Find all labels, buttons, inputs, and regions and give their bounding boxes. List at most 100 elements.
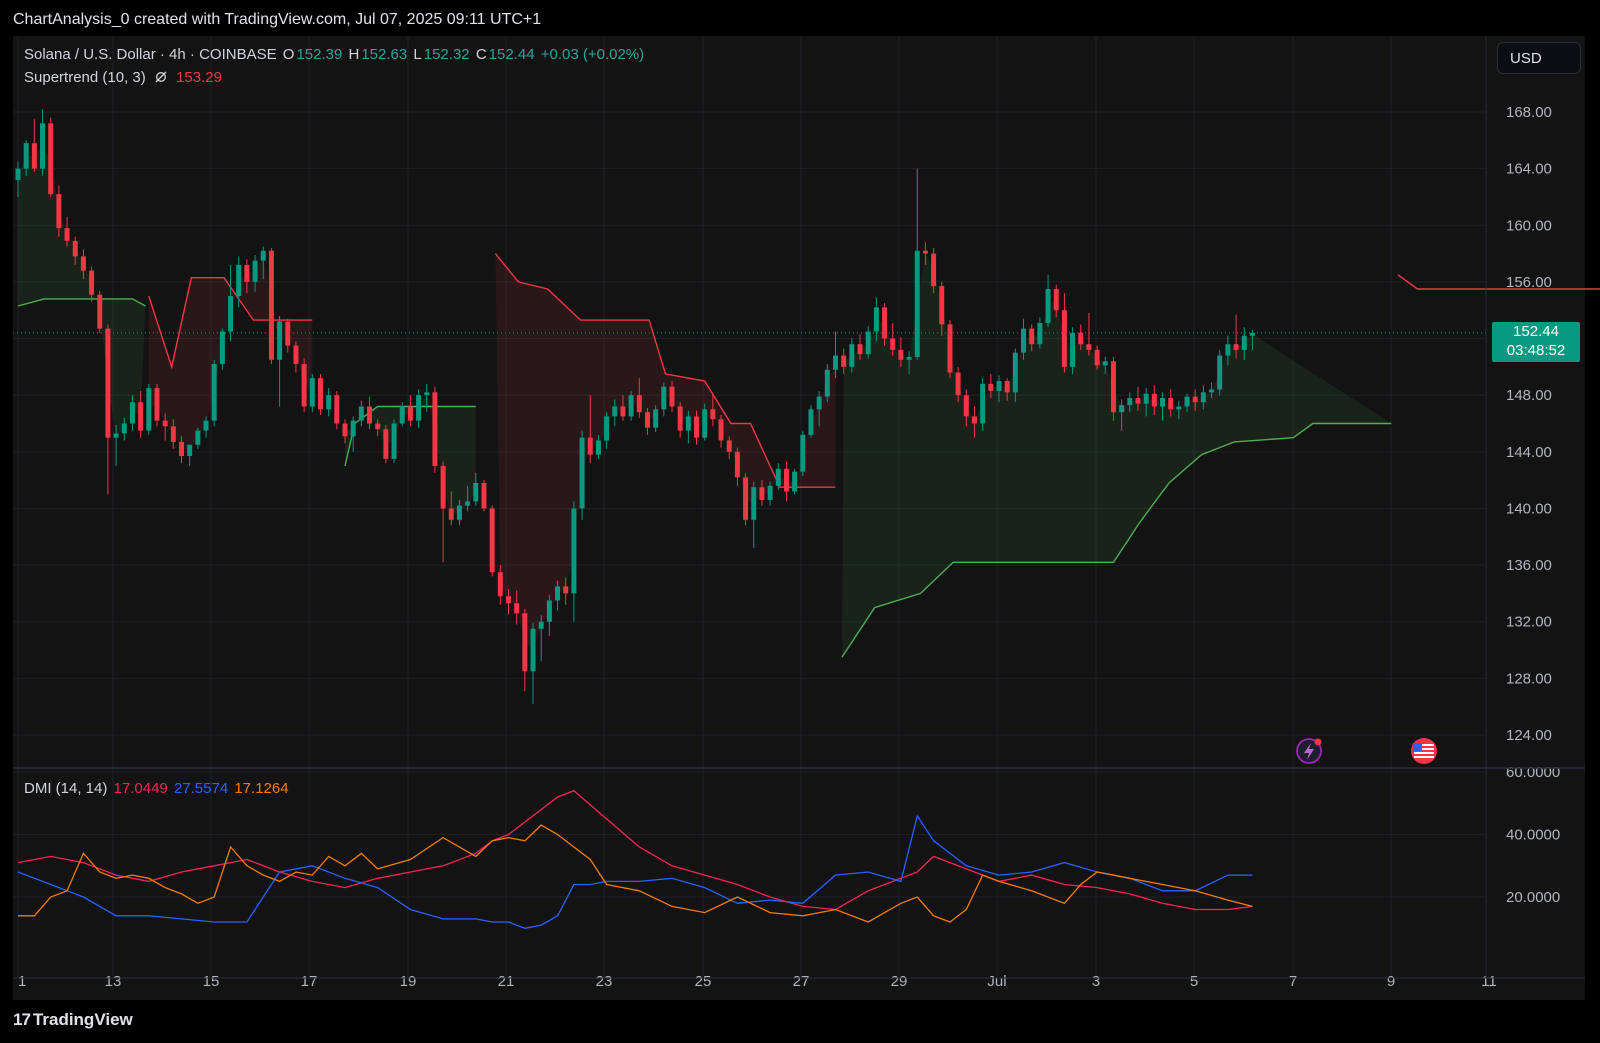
candle-body[interactable]: [1045, 288, 1051, 323]
candle-body[interactable]: [702, 409, 708, 438]
candle-body[interactable]: [636, 395, 642, 413]
candle-body[interactable]: [824, 369, 830, 397]
candle-body[interactable]: [23, 143, 29, 169]
candle-body[interactable]: [1233, 344, 1239, 350]
eye-off-icon[interactable]: [152, 69, 170, 86]
candle-body[interactable]: [48, 123, 54, 195]
candle-body[interactable]: [947, 324, 953, 373]
candle-body[interactable]: [514, 603, 520, 614]
candle-body[interactable]: [579, 437, 585, 509]
candle-body[interactable]: [628, 395, 634, 417]
candle-body[interactable]: [873, 307, 879, 332]
candle-body[interactable]: [105, 328, 111, 438]
candle-body[interactable]: [268, 250, 274, 360]
chart-area[interactable]: 1 13 15 17 19 21 23 25 27 29 Jul 3 5 7 9 11 168.00 164.00…: [0, 36, 1600, 1000]
dmi-legend[interactable]: DMI (14, 14) 17.0449 27.5574 17.1264: [24, 780, 291, 797]
candle-body[interactable]: [767, 485, 773, 500]
candle-body[interactable]: [612, 406, 618, 417]
candle-body[interactable]: [1217, 355, 1223, 390]
candle-body[interactable]: [1127, 398, 1133, 406]
candle-body[interactable]: [293, 345, 299, 365]
candle-body[interactable]: [301, 364, 307, 407]
supertrend-label[interactable]: Supertrend (10, 3): [24, 69, 146, 86]
candle-body[interactable]: [1135, 398, 1141, 404]
candle-body[interactable]: [710, 409, 716, 420]
candle-body[interactable]: [15, 168, 21, 180]
candle-body[interactable]: [121, 423, 127, 434]
candle-body[interactable]: [743, 477, 749, 520]
candle-body[interactable]: [931, 253, 937, 287]
candle-body[interactable]: [898, 349, 904, 360]
candle-body[interactable]: [391, 423, 397, 459]
candle-body[interactable]: [538, 621, 544, 629]
candle-body[interactable]: [244, 264, 250, 282]
candle-body[interactable]: [375, 423, 381, 430]
candle-body[interactable]: [530, 628, 536, 672]
candle-body[interactable]: [465, 501, 471, 506]
candle-body[interactable]: [775, 468, 781, 486]
candle-body[interactable]: [211, 364, 217, 421]
candle-body[interactable]: [1168, 398, 1174, 410]
candle-body[interactable]: [1110, 361, 1116, 413]
candle-body[interactable]: [416, 395, 422, 421]
candle-body[interactable]: [1086, 344, 1092, 350]
candle-body[interactable]: [456, 505, 462, 520]
candle-body[interactable]: [595, 440, 601, 455]
lightning-event-icon[interactable]: [1296, 738, 1322, 764]
candle-body[interactable]: [1102, 361, 1108, 366]
candle-body[interactable]: [138, 402, 144, 431]
candle-body[interactable]: [440, 465, 446, 509]
candle-body[interactable]: [89, 270, 95, 295]
candle-body[interactable]: [971, 416, 977, 424]
candle-body[interactable]: [195, 430, 201, 445]
candle-body[interactable]: [734, 451, 740, 478]
candle-body[interactable]: [260, 250, 266, 261]
candle-body[interactable]: [1160, 398, 1165, 407]
candle-body[interactable]: [1004, 381, 1010, 393]
candle-body[interactable]: [685, 416, 691, 431]
candle-body[interactable]: [113, 433, 119, 438]
candle-body[interactable]: [350, 420, 356, 437]
candle-body[interactable]: [506, 596, 511, 604]
currency-button[interactable]: USD: [1497, 42, 1581, 74]
us-flag-event-icon[interactable]: [1411, 738, 1437, 764]
candle-body[interactable]: [146, 388, 152, 431]
candle-body[interactable]: [571, 508, 577, 594]
candle-body[interactable]: [162, 420, 168, 427]
candle-body[interactable]: [285, 321, 291, 346]
candle-body[interactable]: [882, 307, 888, 339]
candle-body[interactable]: [849, 344, 855, 367]
candle-body[interactable]: [996, 381, 1002, 391]
candle-body[interactable]: [546, 600, 552, 622]
candle-body[interactable]: [326, 395, 332, 410]
candle-body[interactable]: [1119, 405, 1125, 413]
candle-body[interactable]: [497, 572, 503, 597]
candle-body[interactable]: [170, 426, 176, 442]
candle-body[interactable]: [1037, 322, 1043, 345]
candle-body[interactable]: [677, 406, 683, 431]
candle-body[interactable]: [309, 378, 315, 407]
candle-body[interactable]: [277, 321, 283, 360]
candle-body[interactable]: [906, 356, 912, 360]
candle-body[interactable]: [424, 392, 430, 396]
candle-body[interactable]: [219, 331, 225, 365]
candle-body[interactable]: [988, 383, 994, 391]
candle-body[interactable]: [783, 468, 789, 492]
candle-body[interactable]: [489, 508, 495, 573]
tradingview-logo[interactable]: 17 TradingView: [13, 1010, 133, 1030]
candle-body[interactable]: [669, 386, 675, 407]
candle-body[interactable]: [800, 434, 806, 472]
candle-body[interactable]: [367, 406, 373, 424]
candle-body[interactable]: [1184, 396, 1190, 407]
candle-body[interactable]: [154, 388, 160, 421]
candle-body[interactable]: [1029, 328, 1035, 345]
candle-body[interactable]: [129, 402, 135, 424]
candle-body[interactable]: [481, 482, 487, 509]
candle-body[interactable]: [841, 355, 847, 367]
candle-body[interactable]: [187, 444, 193, 457]
symbol-title[interactable]: Solana / U.S. Dollar · 4h · COINBASE: [24, 46, 277, 63]
candle-body[interactable]: [432, 392, 438, 466]
candle-body[interactable]: [587, 437, 593, 455]
candle-body[interactable]: [407, 406, 413, 421]
candle-body[interactable]: [890, 338, 896, 350]
